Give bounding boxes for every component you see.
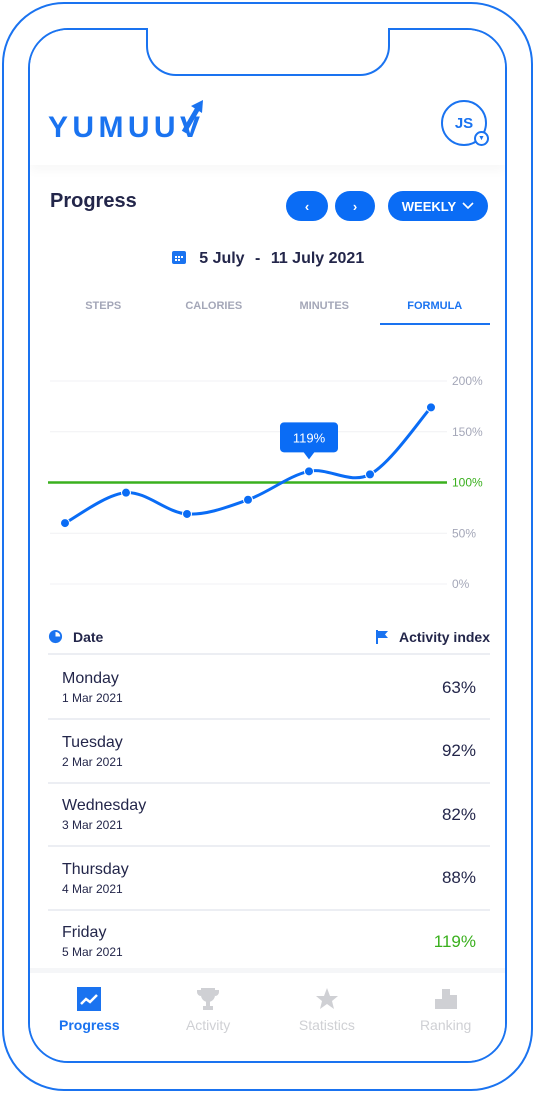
y-tick-label: 0%	[452, 577, 470, 590]
trend-chart-icon	[77, 987, 102, 1011]
data-point[interactable]	[121, 487, 131, 498]
bottom-nav: Progress Activity Statistics Ranking	[30, 968, 505, 1061]
phone-notch	[138, 22, 402, 76]
tooltip-pointer	[303, 451, 315, 460]
next-week-button[interactable]: ›	[335, 191, 375, 221]
tab-steps[interactable]: STEPS	[48, 292, 159, 325]
tab-minutes[interactable]: MINUTES	[269, 292, 380, 325]
nav-progress[interactable]: Progress	[30, 973, 149, 1061]
y-tick-label: 200%	[452, 374, 483, 388]
user-initials: JS	[454, 114, 474, 132]
progress-chart: 0%50%100%150%200%MTWTFSS119%	[48, 374, 483, 590]
y-tick-label: 150%	[452, 425, 483, 439]
row-value: 63%	[441, 677, 476, 697]
row-date: 5 Mar 2021	[62, 945, 123, 959]
nav-progress-label: Progress	[59, 1017, 120, 1033]
table-header: Date Activity index	[48, 620, 490, 655]
nav-ranking[interactable]: Ranking	[386, 973, 505, 1061]
flag-icon	[375, 629, 388, 644]
table-row[interactable]: Thursday 4 Mar 2021 88%	[48, 848, 490, 911]
clock-icon	[48, 629, 63, 644]
date-start: 5 July	[199, 250, 245, 267]
brand-logo[interactable]: YUMUUV	[48, 100, 208, 147]
row-day: Monday	[62, 670, 119, 687]
row-value: 88%	[441, 868, 476, 887]
data-point[interactable]	[426, 402, 436, 413]
chevron-right-icon: ›	[352, 198, 358, 214]
user-avatar[interactable]: JS ▼	[441, 100, 489, 146]
app-screen: YUMUUV JS ▼ Progress ‹ › WEEKLY 5 July -…	[28, 28, 507, 1063]
date-range: 5 July - 11 July 2021	[30, 249, 505, 268]
nav-ranking-label: Ranking	[419, 1017, 472, 1033]
star-icon	[315, 988, 338, 1009]
data-point[interactable]	[182, 508, 192, 519]
row-value: 119%	[433, 931, 476, 951]
svg-text:YUMUUV: YUMUUV	[48, 111, 200, 142]
tooltip-label: 119%	[293, 430, 326, 445]
table-row[interactable]: Friday 5 Mar 2021 119%	[48, 911, 490, 974]
metric-tabs: STEPS CALORIES MINUTES FORMULA	[48, 292, 490, 325]
data-point[interactable]	[365, 469, 375, 480]
row-value: 82%	[441, 804, 476, 824]
row-date: 1 Mar 2021	[62, 691, 123, 705]
series-line	[64, 406, 433, 525]
nav-activity[interactable]: Activity	[149, 973, 268, 1061]
prev-week-button[interactable]: ‹	[286, 191, 328, 221]
nav-statistics[interactable]: Statistics	[268, 973, 387, 1061]
chevron-down-icon	[462, 202, 474, 210]
chevron-left-icon: ‹	[304, 198, 310, 214]
nav-activity-label: Activity	[185, 1017, 231, 1033]
row-date: 2 Mar 2021	[62, 754, 123, 769]
row-day: Wednesday	[62, 797, 147, 814]
row-day: Tuesday	[62, 733, 123, 751]
data-point[interactable]	[60, 518, 70, 529]
row-date: 3 Mar 2021	[62, 818, 123, 832]
y-tick-label: 100%	[452, 476, 483, 490]
page-title: Progress	[50, 190, 137, 212]
date-column-header[interactable]: Date	[73, 629, 103, 645]
tab-calories[interactable]: CALORIES	[159, 292, 270, 325]
period-dropdown[interactable]: WEEKLY	[388, 191, 488, 221]
caret-down-icon[interactable]: ▼	[474, 131, 489, 146]
table-row[interactable]: Tuesday 2 Mar 2021 92%	[48, 721, 490, 784]
podium-icon	[434, 989, 457, 1009]
data-point[interactable]	[243, 494, 253, 505]
nav-statistics-label: Statistics	[298, 1017, 355, 1033]
y-tick-label: 50%	[452, 526, 476, 540]
period-label: WEEKLY	[401, 198, 457, 214]
table-row[interactable]: Monday 1 Mar 2021 63%	[48, 657, 490, 720]
date-separator: -	[255, 250, 261, 267]
calendar-icon	[171, 251, 186, 264]
activity-index-column-header[interactable]: Activity index	[399, 629, 490, 645]
table-row[interactable]: Wednesday 3 Mar 2021 82%	[48, 784, 490, 847]
row-date: 4 Mar 2021	[62, 881, 123, 896]
row-day: Thursday	[62, 860, 129, 878]
row-day: Friday	[62, 924, 107, 941]
row-value: 92%	[441, 741, 476, 760]
date-end: 11 July 2021	[270, 250, 365, 267]
tab-formula[interactable]: FORMULA	[379, 292, 490, 325]
data-point[interactable]	[304, 466, 314, 477]
trophy-icon	[197, 988, 220, 1010]
